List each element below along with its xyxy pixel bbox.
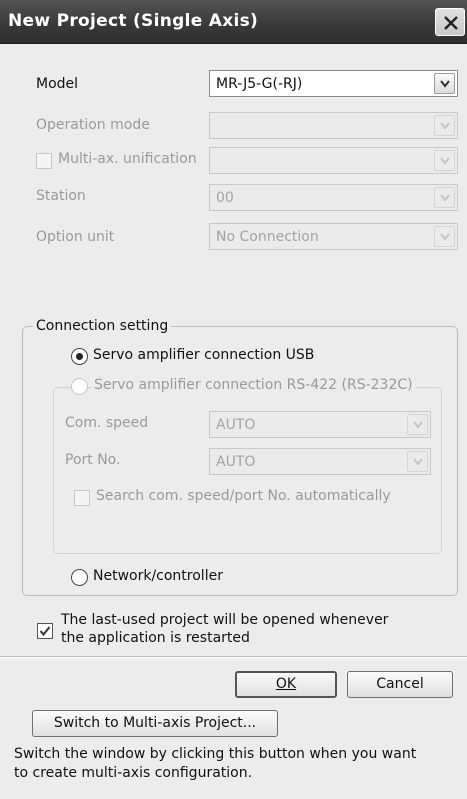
cancel-button[interactable]: Cancel — [347, 671, 453, 698]
chevron-down-icon — [434, 115, 455, 136]
model-value: MR-J5-G(-RJ) — [216, 76, 303, 92]
port-label: Port No. — [65, 452, 121, 468]
option-unit-select[interactable]: No Connection — [209, 223, 458, 250]
station-select[interactable]: 00 — [209, 184, 458, 211]
chevron-down-icon — [407, 451, 428, 472]
network-radio[interactable] — [71, 569, 88, 586]
model-select[interactable]: MR-J5-G(-RJ) — [209, 70, 458, 97]
switch-button-label: Switch to Multi-axis Project... — [53, 715, 257, 731]
new-project-dialog: New Project (Single Axis) Model MR-J5-G(… — [0, 0, 467, 799]
chevron-down-icon — [434, 226, 455, 247]
title-bar: New Project (Single Axis) — [0, 0, 467, 44]
port-select[interactable]: AUTO — [209, 448, 431, 475]
chevron-down-icon — [434, 187, 455, 208]
chevron-down-icon[interactable] — [434, 73, 455, 94]
radio-selected-dot — [76, 353, 83, 360]
search-auto-checkbox[interactable] — [74, 490, 90, 506]
separator — [0, 656, 467, 658]
restart-checkbox[interactable] — [37, 623, 53, 639]
restart-line2: the application is restarted — [61, 630, 250, 646]
chevron-down-icon — [407, 414, 428, 435]
com-speed-value: AUTO — [216, 417, 256, 433]
ok-button-label: OK — [275, 676, 297, 692]
multi-axis-select[interactable] — [209, 147, 458, 174]
operation-mode-select[interactable] — [209, 112, 458, 139]
connection-setting-legend: Connection setting — [33, 318, 172, 334]
multi-axis-label: Multi-ax. unification — [58, 151, 197, 167]
station-value: 00 — [216, 190, 234, 206]
switch-description: Switch the window by clicking this butto… — [14, 745, 462, 783]
multi-axis-checkbox[interactable] — [36, 153, 52, 169]
restart-line1: The last-used project will be opened whe… — [61, 612, 389, 628]
usb-radio[interactable] — [71, 348, 88, 365]
com-speed-select[interactable]: AUTO — [209, 411, 431, 438]
model-label: Model — [36, 76, 79, 92]
switch-multi-axis-button[interactable]: Switch to Multi-axis Project... — [32, 710, 278, 737]
checkmark-icon — [39, 626, 51, 637]
option-unit-label: Option unit — [36, 229, 115, 245]
description-line1: Switch the window by clicking this butto… — [14, 746, 417, 762]
operation-mode-label: Operation mode — [36, 117, 150, 133]
ok-button[interactable]: OK — [235, 671, 337, 698]
rs422-radio-label[interactable]: Servo amplifier connection RS-422 (RS-23… — [91, 377, 416, 393]
window-title: New Project (Single Axis) — [8, 11, 259, 31]
option-unit-value: No Connection — [216, 229, 319, 245]
com-speed-label: Com. speed — [65, 415, 149, 431]
usb-radio-label[interactable]: Servo amplifier connection USB — [93, 347, 314, 363]
station-label: Station — [36, 188, 86, 204]
search-auto-label: Search com. speed/port No. automatically — [96, 488, 391, 504]
network-radio-label[interactable]: Network/controller — [93, 568, 223, 584]
port-value: AUTO — [216, 454, 256, 470]
cancel-button-label: Cancel — [376, 676, 424, 692]
chevron-down-icon — [434, 150, 455, 171]
close-button[interactable] — [435, 8, 465, 36]
description-line2: to create multi-axis configuration. — [14, 765, 253, 781]
rs422-radio[interactable] — [71, 378, 88, 395]
